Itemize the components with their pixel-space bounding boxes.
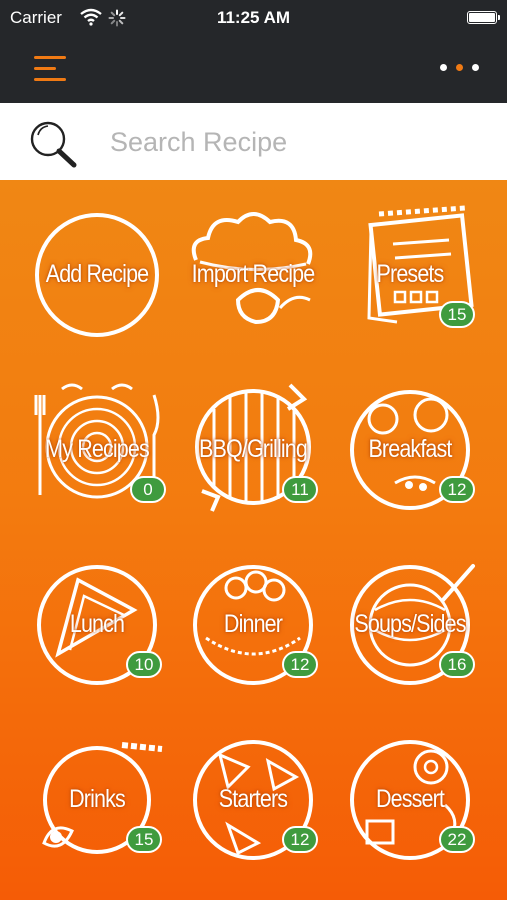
recipe-category-grid: Add Recipe Import Recipe Presets 15 My R…: [0, 180, 507, 900]
tile-presets[interactable]: Presets 15: [335, 200, 485, 350]
tile-label: Dinner: [223, 610, 283, 638]
tile-label: Add Recipe: [45, 260, 149, 288]
tile-label: Presets: [376, 260, 445, 288]
count-badge: 16: [439, 651, 475, 678]
count-badge: 15: [126, 826, 162, 853]
count-badge: 0: [130, 476, 166, 503]
tile-my-recipes[interactable]: My Recipes 0: [22, 375, 172, 525]
tile-soups-sides[interactable]: Soups/Sides 16: [335, 550, 485, 700]
search-bar: [0, 103, 507, 180]
tile-label: Starters: [218, 785, 288, 813]
clock-time: 11:25 AM: [216, 8, 291, 27]
tile-dessert[interactable]: Dessert 22: [335, 725, 485, 875]
tile-label: BBQ/Grilling: [199, 435, 308, 463]
tile-add-recipe[interactable]: Add Recipe: [22, 200, 172, 350]
search-input[interactable]: [108, 121, 492, 163]
navigation-bar: [0, 36, 507, 103]
hamburger-menu-icon[interactable]: [30, 54, 70, 84]
status-bar: Carrier 11:25 AM: [0, 0, 507, 36]
tile-label: Drinks: [69, 785, 126, 813]
count-badge: 15: [439, 301, 475, 328]
battery-icon: [467, 11, 500, 24]
tile-import-recipe[interactable]: Import Recipe: [178, 200, 328, 350]
tile-label: Breakfast: [368, 435, 452, 463]
count-badge: 12: [439, 476, 475, 503]
count-badge: 12: [282, 651, 318, 678]
tile-label: My Recipes: [45, 435, 150, 463]
tile-label: Lunch: [69, 610, 125, 638]
tile-bbq-grilling[interactable]: BBQ/Grilling 11: [178, 375, 328, 525]
tile-starters[interactable]: Starters 12: [178, 725, 328, 875]
tile-dinner[interactable]: Dinner 12: [178, 550, 328, 700]
tile-label: Dessert: [375, 785, 445, 813]
count-badge: 10: [126, 651, 162, 678]
tile-label: Import Recipe: [191, 260, 316, 288]
tile-label: Soups/Sides: [354, 610, 466, 638]
magnifier-icon[interactable]: [26, 117, 82, 173]
tile-breakfast[interactable]: Breakfast 12: [335, 375, 485, 525]
more-dots-icon[interactable]: [435, 60, 485, 76]
count-badge: 11: [282, 476, 318, 503]
tile-drinks[interactable]: Drinks 15: [22, 725, 172, 875]
count-badge: 22: [439, 826, 475, 853]
count-badge: 12: [282, 826, 318, 853]
tile-lunch[interactable]: Lunch 10: [22, 550, 172, 700]
